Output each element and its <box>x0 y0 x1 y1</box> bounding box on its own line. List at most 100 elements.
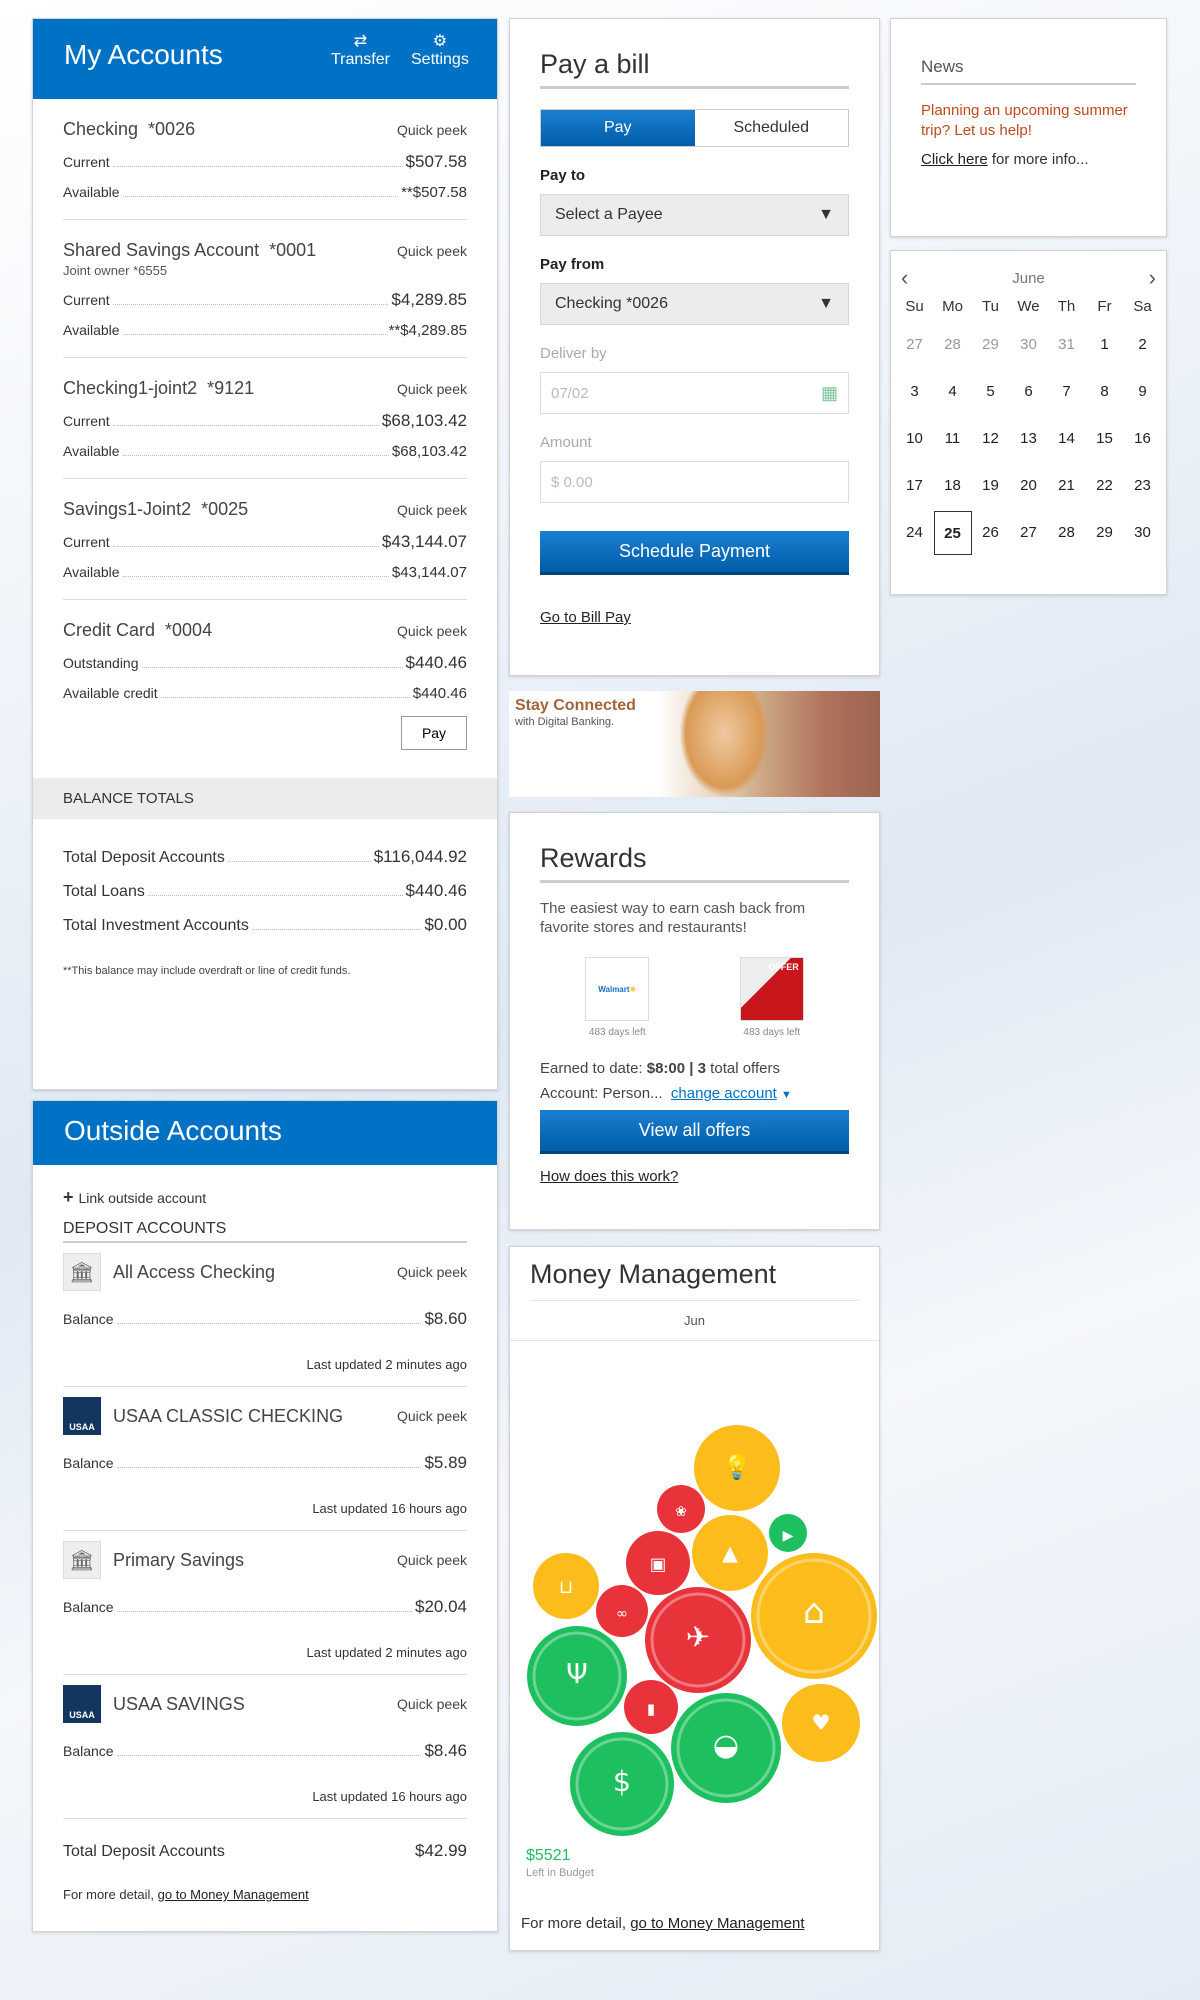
offer-walmart[interactable]: Walmart ✳ 483 days left <box>585 957 650 1038</box>
news-headline[interactable]: Planning an upcoming summer trip? Let us… <box>921 101 1136 141</box>
account-name[interactable]: Checking1-joint2 *9121 <box>63 378 254 399</box>
budget-bubble[interactable]: ◒ <box>671 1693 781 1803</box>
chevron-left-icon[interactable]: ‹ <box>901 265 908 291</box>
go-to-bill-pay-link[interactable]: Go to Bill Pay <box>540 609 631 626</box>
calendar-day[interactable]: 19 <box>972 462 1010 509</box>
calendar-day[interactable]: 27 <box>1010 509 1048 556</box>
account-name[interactable]: Credit Card *0004 <box>63 620 212 641</box>
calendar-day[interactable]: 18 <box>934 462 972 509</box>
calendar-day[interactable]: 16 <box>1124 415 1162 462</box>
schedule-payment-button[interactable]: Schedule Payment <box>540 531 849 575</box>
budget-bubble[interactable]: Ψ <box>527 1626 627 1726</box>
calendar-day[interactable]: 27 <box>896 321 934 368</box>
quick-peek-link[interactable]: Quick peek <box>397 1264 467 1280</box>
calendar-day[interactable]: 8 <box>1086 368 1124 415</box>
calendar-day[interactable]: 15 <box>1086 415 1124 462</box>
calendar-day[interactable]: 28 <box>1048 509 1086 556</box>
quick-peek-link[interactable]: Quick peek <box>397 243 467 259</box>
calendar-day[interactable]: 6 <box>1010 368 1048 415</box>
tab-pay[interactable]: Pay <box>541 110 695 146</box>
money-management-link[interactable]: go to Money Management <box>158 1887 309 1902</box>
account-name[interactable]: Savings1-Joint2 *0025 <box>63 499 248 520</box>
calendar-day[interactable]: 21 <box>1048 462 1086 509</box>
money-management-link[interactable]: go to Money Management <box>630 1915 804 1932</box>
caret-down-icon[interactable]: ▼ <box>781 1089 792 1101</box>
link-outside-account[interactable]: + Link outside account <box>63 1187 467 1208</box>
calendar-day[interactable]: 20 <box>1010 462 1048 509</box>
click-here-link[interactable]: Click here <box>921 151 988 168</box>
budget-bubble[interactable]: ▣ <box>626 1531 690 1595</box>
calendar-day[interactable]: 5 <box>972 368 1010 415</box>
calendar-day[interactable]: 30 <box>1010 321 1048 368</box>
calendar-day[interactable]: 24 <box>896 509 934 556</box>
calendar-icon[interactable]: ▦ <box>821 383 838 404</box>
chevron-right-icon[interactable]: › <box>1149 265 1156 291</box>
transfer-button[interactable]: ⇄ Transfer <box>331 33 390 69</box>
calendar-day[interactable]: 13 <box>1010 415 1048 462</box>
walmart-logo: Walmart ✳ <box>585 957 650 1021</box>
budget-bubble[interactable]: ▲ <box>692 1515 768 1591</box>
calendar-day[interactable]: 17 <box>896 462 934 509</box>
account-name[interactable]: Primary Savings <box>113 1550 244 1571</box>
quick-peek-link[interactable]: Quick peek <box>397 1696 467 1712</box>
calendar-day[interactable]: 3 <box>896 368 934 415</box>
budget-bubble[interactable]: ▶ <box>769 1514 807 1552</box>
calendar-day[interactable]: 1 <box>1086 321 1124 368</box>
calendar-day[interactable]: 30 <box>1124 509 1162 556</box>
calendar-day[interactable]: 26 <box>972 509 1010 556</box>
outside-accounts-title: Outside Accounts <box>64 1115 282 1146</box>
stay-connected-banner[interactable]: Stay Connected with Digital Banking. <box>509 691 880 797</box>
quick-peek-link[interactable]: Quick peek <box>397 122 467 138</box>
account-name[interactable]: USAA CLASSIC CHECKING <box>113 1406 343 1427</box>
calendar-day[interactable]: 11 <box>934 415 972 462</box>
budget-bubble[interactable]: ⌂ <box>751 1553 877 1679</box>
calendar-day[interactable]: 29 <box>972 321 1010 368</box>
settings-button[interactable]: ⚙ Settings <box>411 33 469 69</box>
banner-subtitle: with Digital Banking. <box>515 716 615 728</box>
change-account-link[interactable]: change account <box>671 1085 777 1102</box>
budget-bubble[interactable]: ▮ <box>624 1680 678 1734</box>
last-updated: Last updated 16 hours ago <box>312 1789 467 1804</box>
quick-peek-link[interactable]: Quick peek <box>397 1408 467 1424</box>
quick-peek-link[interactable]: Quick peek <box>397 1552 467 1568</box>
view-all-offers-button[interactable]: View all offers <box>540 1110 849 1154</box>
account-name[interactable]: Checking *0026 <box>63 119 195 140</box>
budget-bubble[interactable]: ♥ <box>782 1684 860 1762</box>
calendar-day[interactable]: 7 <box>1048 368 1086 415</box>
budget-bubble[interactable]: ∞ <box>596 1585 648 1637</box>
budget-bubble[interactable]: ✈ <box>645 1587 751 1693</box>
pay-button[interactable]: Pay <box>401 716 467 750</box>
account-name[interactable]: Shared Savings Account *0001 <box>63 240 316 261</box>
pay-from-select[interactable]: Checking *0026 ▼ <box>540 283 849 325</box>
budget-bubble[interactable]: ⊔ <box>533 1553 599 1619</box>
calendar-day[interactable]: 28 <box>934 321 972 368</box>
quick-peek-link[interactable]: Quick peek <box>397 623 467 639</box>
quick-peek-link[interactable]: Quick peek <box>397 381 467 397</box>
calendar-day[interactable]: 14 <box>1048 415 1086 462</box>
calendar-day[interactable]: 2 <box>1124 321 1162 368</box>
deliver-by-input[interactable]: 07/02 ▦ <box>540 372 849 414</box>
calendar-day[interactable]: 25 <box>933 509 972 556</box>
calendar-day[interactable]: 4 <box>934 368 972 415</box>
budget-bubble[interactable]: $ <box>570 1732 674 1836</box>
today-marker[interactable]: 25 <box>933 510 972 555</box>
calendar-day[interactable]: 9 <box>1124 368 1162 415</box>
budget-bubble[interactable]: ❀ <box>657 1485 705 1533</box>
outside-accounts-panel: Outside Accounts + Link outside account … <box>32 1100 498 1932</box>
calendar-day[interactable]: 31 <box>1048 321 1086 368</box>
calendar-day[interactable]: 12 <box>972 415 1010 462</box>
account-name[interactable]: All Access Checking <box>113 1262 275 1283</box>
amount-input[interactable]: $ 0.00 <box>540 461 849 503</box>
quick-peek-link[interactable]: Quick peek <box>397 502 467 518</box>
offer-generic[interactable]: OFFER 483 days left <box>739 957 804 1038</box>
tab-scheduled[interactable]: Scheduled <box>695 110 849 146</box>
payee-select[interactable]: Select a Payee ▼ <box>540 194 849 236</box>
calendar-day[interactable]: 23 <box>1124 462 1162 509</box>
calendar-day[interactable]: 29 <box>1086 509 1124 556</box>
budget-bubble[interactable]: 💡 <box>694 1425 780 1511</box>
account-name[interactable]: USAA SAVINGS <box>113 1694 245 1715</box>
calendar-day[interactable]: 22 <box>1086 462 1124 509</box>
calendar-day[interactable]: 10 <box>896 415 934 462</box>
balance-row: Current $4,289.85 <box>63 290 467 309</box>
how-does-this-work-link[interactable]: How does this work? <box>540 1168 678 1185</box>
